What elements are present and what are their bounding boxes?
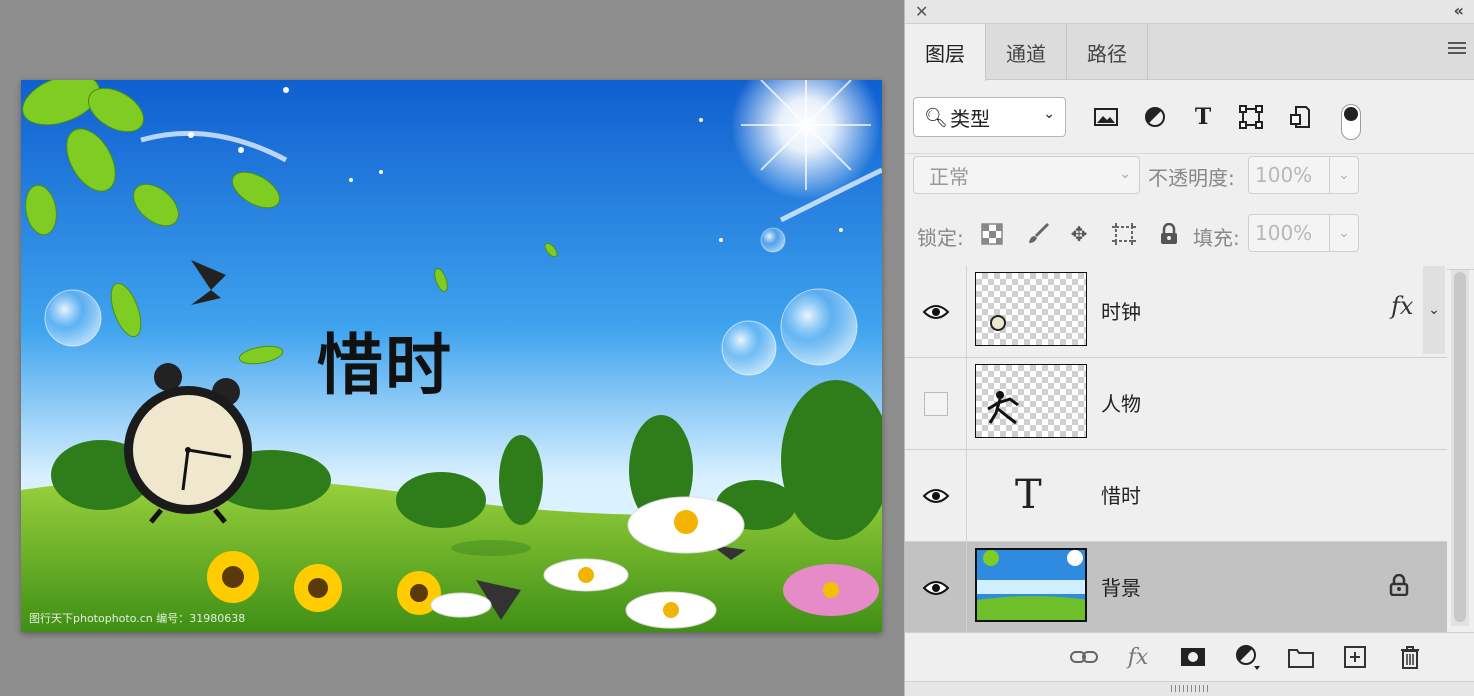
layers-list: 时钟 fx ⌄ 人物 T 惜时 背景: [905, 266, 1447, 634]
chevron-down-icon[interactable]: ⌄: [1423, 266, 1445, 354]
fill-label: 填充:: [1193, 226, 1240, 250]
visibility-toggle[interactable]: [905, 542, 967, 633]
canvas-watermark: 图行天下photophoto.cn 编号：31980638: [29, 612, 246, 625]
layers-scrollbar[interactable]: [1451, 270, 1469, 626]
chevron-down-icon: ⌄: [1119, 166, 1131, 182]
lock-row: 锁定: ✥ 填充: 100% ⌄: [905, 212, 1474, 270]
blend-row: 正常 ⌄ 不透明度: 100% ⌄: [905, 154, 1474, 212]
lock-label: 锁定:: [917, 226, 964, 250]
panel-resize-grip[interactable]: [905, 681, 1474, 696]
layer-row-clock[interactable]: 时钟 fx ⌄: [905, 266, 1447, 358]
opacity-field[interactable]: 100% ⌄: [1248, 156, 1359, 194]
layer-mask-icon[interactable]: [1178, 643, 1208, 671]
collapse-panel-icon[interactable]: «: [1454, 1, 1464, 21]
panel-tabs: 图层 通道 路径: [905, 24, 1474, 81]
tab-channels[interactable]: 通道: [986, 24, 1067, 80]
layer-name[interactable]: 人物: [1101, 388, 1141, 417]
layers-bottom-toolbar: fx: [905, 632, 1474, 680]
lock-position-icon[interactable]: ✥: [1066, 221, 1092, 247]
eye-icon: [922, 488, 949, 503]
fill-field[interactable]: 100% ⌄: [1248, 214, 1359, 252]
hidden-visibility-box[interactable]: [923, 391, 948, 416]
layer-row-background[interactable]: 背景: [905, 542, 1447, 634]
visibility-toggle[interactable]: [905, 450, 967, 541]
lock-all-icon[interactable]: [1156, 221, 1182, 247]
lock-transparent-pixels-icon[interactable]: [979, 221, 1005, 247]
lock-image-pixels-icon[interactable]: [1025, 221, 1051, 247]
canvas-title-text: 惜时: [317, 327, 453, 404]
fill-value: 100%: [1255, 221, 1313, 245]
scrollbar-thumb[interactable]: [1454, 272, 1466, 622]
adjustment-filter-icon[interactable]: [1142, 104, 1168, 130]
layer-name[interactable]: 时钟: [1101, 296, 1141, 325]
filter-kind-label: 类型: [950, 106, 991, 131]
layer-filter-row: 🔍︎ 类型 ⌄ T: [905, 80, 1474, 154]
type-filter-icon[interactable]: T: [1190, 104, 1216, 130]
chevron-down-icon[interactable]: ⌄: [1329, 157, 1358, 193]
layer-thumbnail[interactable]: [975, 364, 1087, 438]
layer-style-icon[interactable]: fx: [1123, 643, 1153, 671]
canvas-workspace[interactable]: 惜时 图行天下photophoto.cn 编号：31980638: [0, 0, 904, 696]
layer-lock-icon[interactable]: [1389, 573, 1409, 601]
new-group-icon[interactable]: [1286, 643, 1316, 671]
new-layer-icon[interactable]: [1340, 643, 1370, 671]
layers-panel: ✕ « 图层 通道 路径 🔍︎ 类型 ⌄ T 正常 ⌄ 不透明度: 100% ⌄…: [904, 0, 1474, 696]
layer-row-text[interactable]: T 惜时: [905, 450, 1447, 542]
smart-object-filter-icon[interactable]: [1287, 104, 1313, 130]
panel-topbar: ✕ «: [905, 0, 1474, 24]
layer-name[interactable]: 惜时: [1101, 480, 1141, 509]
layer-effects-icon[interactable]: fx: [1391, 292, 1413, 320]
eye-icon: [922, 580, 949, 595]
panel-menu-icon[interactable]: [1448, 42, 1466, 58]
link-layers-icon[interactable]: [1069, 643, 1099, 671]
layer-thumbnail[interactable]: [975, 548, 1087, 622]
layer-row-person[interactable]: 人物: [905, 358, 1447, 450]
image-filter-icon[interactable]: [1093, 104, 1119, 130]
tab-layers[interactable]: 图层: [905, 24, 986, 81]
layer-thumbnail[interactable]: [975, 272, 1087, 346]
shape-filter-icon[interactable]: [1238, 104, 1264, 130]
opacity-value: 100%: [1255, 163, 1313, 187]
tab-paths[interactable]: 路径: [1067, 24, 1148, 80]
adjustment-layer-icon[interactable]: [1233, 643, 1263, 671]
blend-mode-value: 正常: [929, 164, 969, 189]
document-canvas[interactable]: 惜时 图行天下photophoto.cn 编号：31980638: [21, 80, 882, 632]
visibility-toggle[interactable]: [905, 266, 967, 357]
lock-artboard-icon[interactable]: [1111, 221, 1137, 247]
search-icon: 🔍︎: [924, 106, 949, 129]
eye-icon: [922, 304, 949, 319]
chevron-down-icon[interactable]: ⌄: [1329, 215, 1358, 251]
chevron-down-icon: ⌄: [1043, 106, 1055, 122]
text-layer-icon[interactable]: T: [1015, 472, 1042, 518]
delete-layer-icon[interactable]: [1395, 643, 1425, 671]
filter-toggle[interactable]: [1341, 104, 1361, 140]
opacity-label: 不透明度:: [1148, 166, 1235, 190]
layer-name[interactable]: 背景: [1101, 572, 1141, 601]
close-panel-icon[interactable]: ✕: [915, 2, 928, 22]
filter-kind-select[interactable]: 🔍︎ 类型 ⌄: [913, 97, 1066, 137]
blend-mode-select[interactable]: 正常 ⌄: [913, 156, 1140, 194]
visibility-toggle[interactable]: [905, 358, 967, 449]
